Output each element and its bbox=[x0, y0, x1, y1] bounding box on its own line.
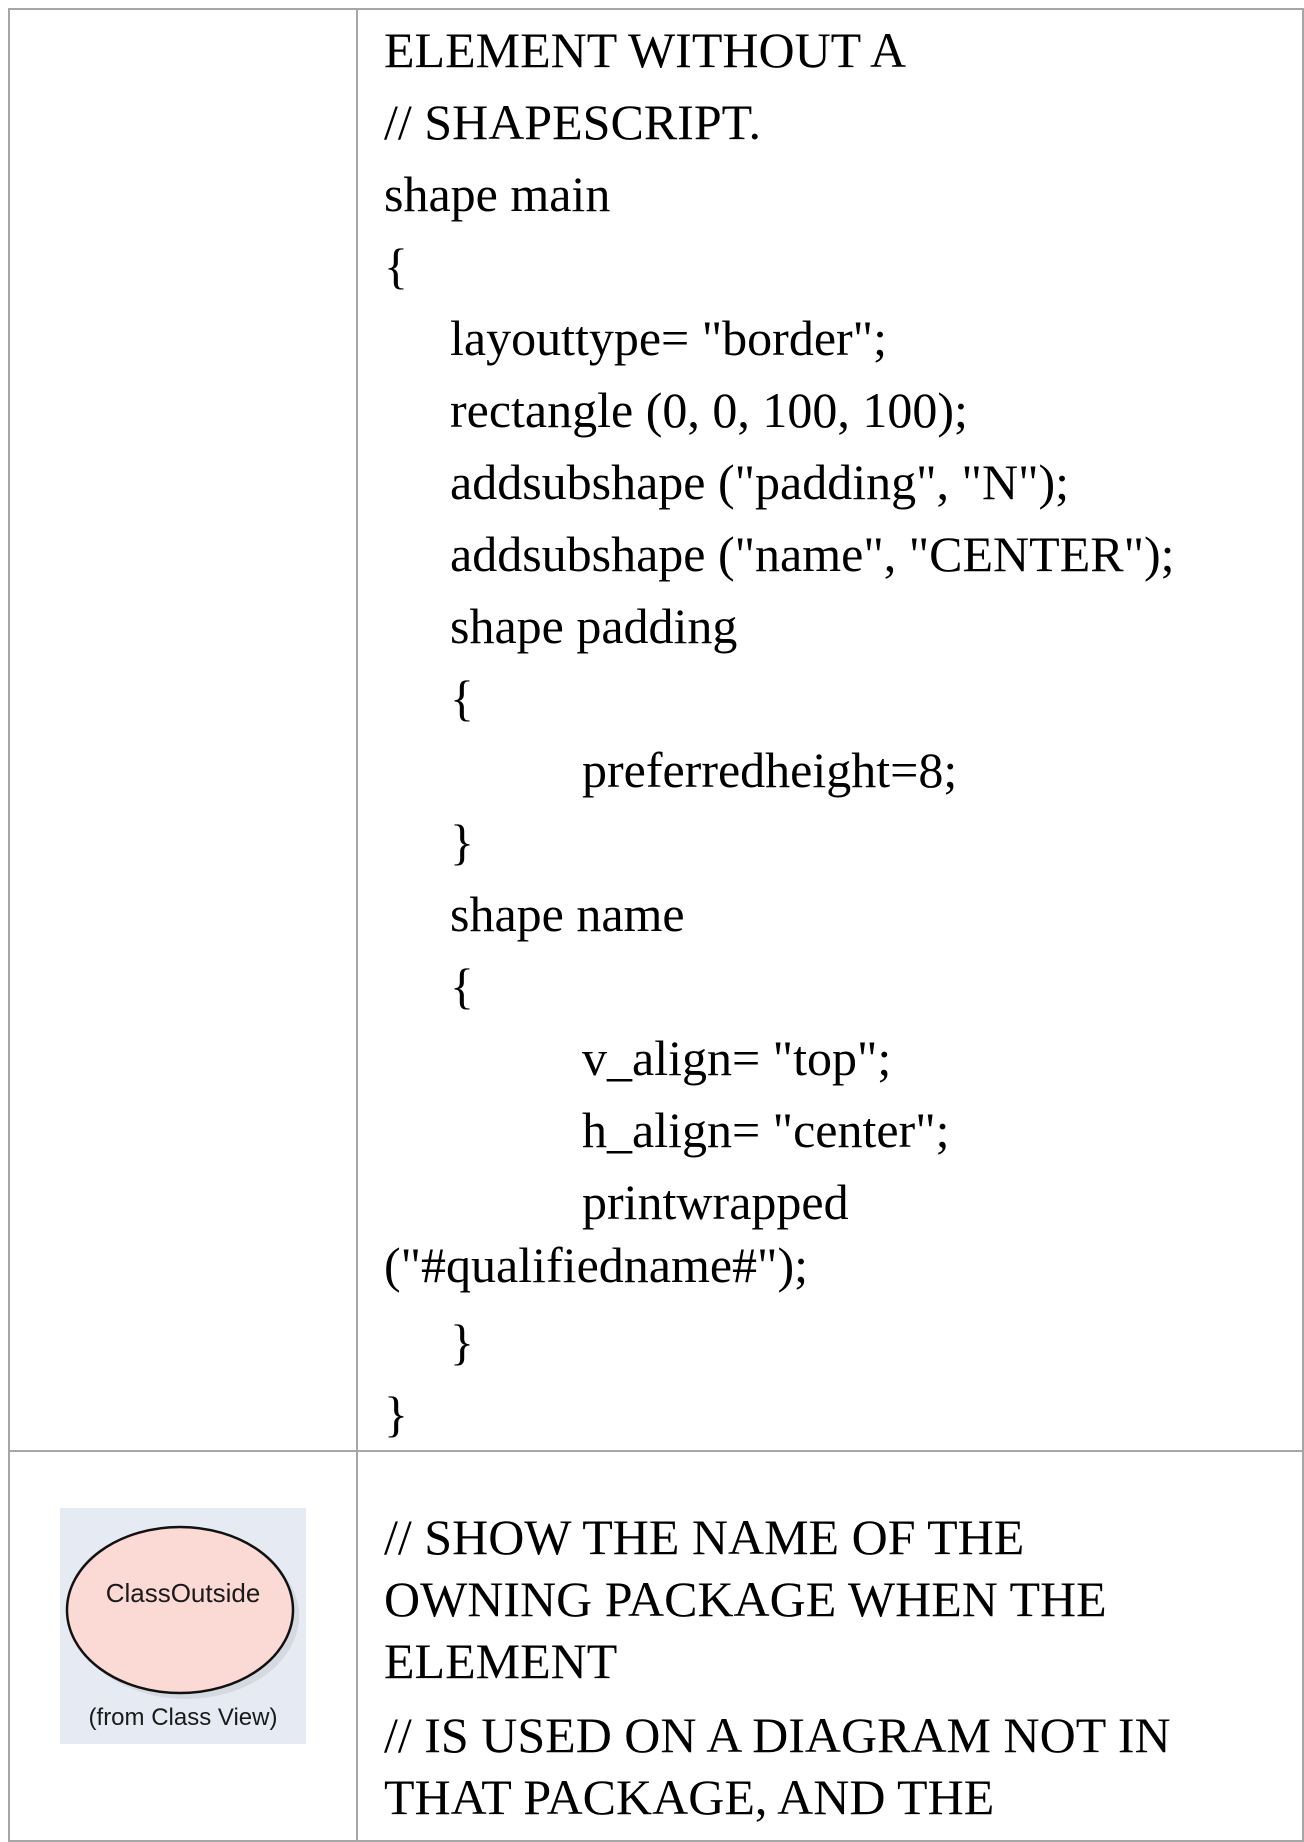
comment-line: ELEMENT bbox=[384, 1633, 618, 1689]
code-line: ELEMENT WITHOUT A bbox=[384, 22, 907, 78]
comment-line: THAT PACKAGE, AND THE bbox=[384, 1769, 995, 1825]
code-line: { bbox=[450, 958, 474, 1014]
code-line: } bbox=[384, 1386, 408, 1442]
code-line: preferredheight=8; bbox=[582, 742, 958, 798]
code-line: addsubshape ("padding", "N"); bbox=[450, 454, 1070, 510]
code-line: ("#qualifiedname#"); bbox=[384, 1237, 808, 1293]
code-line: // SHAPESCRIPT. bbox=[384, 94, 761, 150]
comment-cell: // SHOW THE NAME OF THE OWNING PACKAGE W… bbox=[356, 1450, 1304, 1842]
code-line: addsubshape ("name", "CENTER"); bbox=[450, 526, 1175, 582]
comment-line: // IS USED ON A DIAGRAM NOT IN bbox=[384, 1707, 1171, 1763]
shapescript-comment: // SHOW THE NAME OF THE OWNING PACKAGE W… bbox=[358, 1452, 1302, 1828]
class-origin-label: (from Class View) bbox=[88, 1704, 278, 1731]
code-line: shape name bbox=[450, 886, 685, 942]
code-line: layouttype= "border"; bbox=[450, 310, 887, 366]
code-cell: ELEMENT WITHOUT A // SHAPESCRIPT. shape … bbox=[356, 8, 1304, 1452]
class-name-label: ClassOutside bbox=[105, 1578, 261, 1608]
example-image-cell bbox=[8, 8, 358, 1452]
code-line: h_align= "center"; bbox=[582, 1102, 950, 1158]
code-line: printwrapped bbox=[582, 1174, 849, 1230]
code-line: { bbox=[384, 238, 408, 294]
code-line: shape padding bbox=[450, 598, 738, 654]
comment-paragraph: // IS USED ON A DIAGRAM NOT IN THAT PACK… bbox=[384, 1704, 1302, 1828]
shapescript-code: ELEMENT WITHOUT A // SHAPESCRIPT. shape … bbox=[358, 10, 1302, 1450]
code-line: shape main bbox=[384, 166, 611, 222]
example-image-cell: ClassOutside (from Class View) bbox=[8, 1450, 358, 1842]
code-line: rectangle (0, 0, 100, 100); bbox=[450, 382, 968, 438]
comment-line: // SHOW THE NAME OF THE bbox=[384, 1509, 1025, 1565]
code-line: { bbox=[450, 670, 474, 726]
table-row: ELEMENT WITHOUT A // SHAPESCRIPT. shape … bbox=[8, 8, 1304, 1452]
code-line: v_align= "top"; bbox=[582, 1030, 892, 1086]
class-element-image: ClassOutside (from Class View) bbox=[60, 1508, 306, 1744]
code-line: } bbox=[450, 1314, 474, 1370]
comment-line: OWNING PACKAGE WHEN THE bbox=[384, 1571, 1107, 1627]
code-line: } bbox=[450, 814, 474, 870]
table-row: ClassOutside (from Class View) // SHOW T… bbox=[8, 1450, 1304, 1842]
shapescript-example-table: ELEMENT WITHOUT A // SHAPESCRIPT. shape … bbox=[8, 8, 1304, 1842]
comment-paragraph: // SHOW THE NAME OF THE OWNING PACKAGE W… bbox=[384, 1506, 1302, 1692]
